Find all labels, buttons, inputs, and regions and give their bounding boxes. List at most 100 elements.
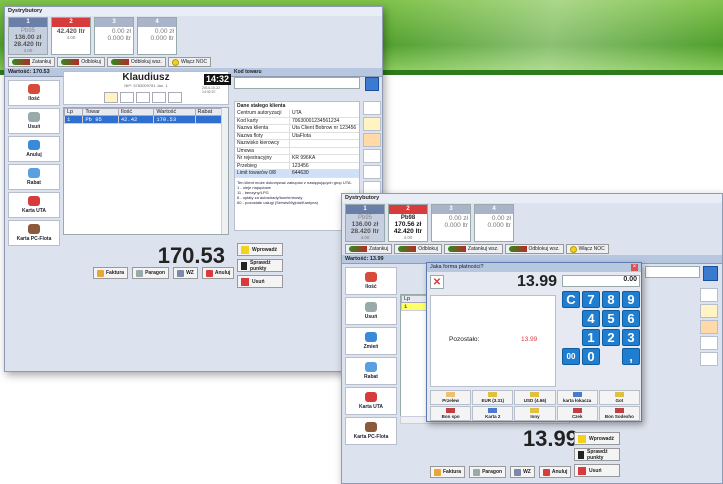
key-5[interactable]: 5	[602, 310, 620, 327]
night-mode-button[interactable]: Włącz NOC	[168, 57, 212, 67]
delete-button[interactable]: Usuń	[345, 297, 397, 325]
receipt-button[interactable]: Paragon	[132, 267, 170, 279]
wz-button[interactable]: WZ	[173, 267, 198, 279]
tool-icon[interactable]	[700, 288, 718, 302]
pos-window-main: Dystrybutory 1 Pb95 136.00 zł 28.420 ltr…	[4, 6, 383, 372]
cash-icon	[614, 392, 624, 397]
fill-button[interactable]: Zatankuj	[8, 57, 56, 67]
table-scrollbar[interactable]	[221, 108, 228, 234]
payment-input[interactable]: 0.00	[562, 275, 640, 287]
cancel-button[interactable]: Anuluj	[538, 466, 572, 478]
discount-button[interactable]: Rabat	[345, 357, 397, 385]
remove-button[interactable]: Usuń	[237, 275, 283, 288]
dispenser-2[interactable]: 2 Pb98 170.56 zł 42.420 ltr 4.00	[388, 204, 428, 242]
dispenser-4[interactable]: 4 0.00 zł 0.000 ltr	[474, 204, 514, 242]
empty-slot[interactable]	[168, 92, 182, 103]
empty-slot[interactable]	[136, 92, 150, 103]
wz-button[interactable]: WZ	[510, 466, 535, 478]
dispenser-3[interactable]: 3 0.00 zł 0.000 ltr	[431, 204, 471, 242]
key-2[interactable]: 2	[602, 329, 620, 346]
dispenser-4[interactable]: 4 0.00 zł 0.000 ltr	[137, 17, 177, 55]
delete-button[interactable]: Usuń	[8, 108, 60, 134]
change-button[interactable]: Zmień	[345, 327, 397, 355]
receipt-button[interactable]: Paragon	[469, 466, 507, 478]
close-icon[interactable]: ×	[631, 264, 638, 271]
check-points-button[interactable]: Sprawdź punkty	[237, 259, 283, 272]
unlock-button[interactable]: Odblokuj	[394, 244, 442, 254]
tool-icon[interactable]	[363, 101, 381, 115]
invoice-button[interactable]: Faktura	[430, 466, 466, 478]
fill-button[interactable]: Zatankuj	[345, 244, 393, 254]
product-code-input[interactable]	[645, 266, 700, 278]
enter-button[interactable]: Wprowadź	[574, 432, 620, 445]
remove-button[interactable]: Usuń	[574, 464, 620, 477]
payment-cash[interactable]: Got	[598, 390, 640, 405]
cancel-payment-icon[interactable]: ✕	[430, 275, 444, 289]
quantity-button[interactable]: Ilość	[8, 80, 60, 106]
keyboard-icon[interactable]	[365, 77, 379, 91]
enter-button[interactable]: Wprowadź	[237, 243, 283, 256]
dispenser-1[interactable]: 1 Pb95 136.00 zł 28.420 ltr 4.00	[345, 204, 385, 242]
payment-eur[interactable]: EUR (3.31)	[472, 390, 514, 405]
payment-card-2[interactable]: Karta 2	[472, 406, 514, 421]
uta-card-button[interactable]: Karta UTA	[345, 387, 397, 415]
pc-flota-card-button[interactable]: Karta PC-Flota	[8, 220, 60, 246]
list-icon[interactable]	[363, 165, 381, 179]
quantity-button[interactable]: Ilość	[345, 267, 397, 295]
empty-slot[interactable]	[152, 92, 166, 103]
keyboard-icon[interactable]	[703, 266, 718, 281]
key-1[interactable]: 1	[582, 329, 600, 346]
basket-icon[interactable]	[363, 133, 381, 147]
bottom-actions: Faktura Paragon WZ Anuluj	[93, 267, 235, 279]
empty-slot[interactable]	[120, 92, 134, 103]
settings-icon[interactable]	[700, 336, 718, 350]
unlock-all-button[interactable]: Odblokuj wsz.	[106, 57, 167, 67]
table-row[interactable]: 1 Pb 95 42.42 170.53	[63, 115, 228, 124]
basket-icon[interactable]	[700, 320, 718, 334]
night-mode-button[interactable]: Włącz NOC	[565, 244, 609, 254]
dispenser-3[interactable]: 3 0.00 zł 0.000 ltr	[94, 17, 134, 55]
payment-voucher-spo[interactable]: Bon spo	[430, 406, 472, 421]
folder-icon[interactable]	[363, 117, 381, 131]
client-field: Nr rejestracyjny KR 996KA	[235, 155, 359, 163]
client-field: Limit towarów 0/8 644630	[235, 170, 359, 178]
unlock-all-button[interactable]: Odblokuj wsz.	[504, 244, 564, 254]
dispenser-2[interactable]: 2 42.420 ltr 4.00	[51, 17, 91, 55]
pc-flota-card-button[interactable]: Karta PC-Flota	[345, 417, 397, 445]
product-code-input[interactable]	[234, 77, 360, 89]
folder-icon[interactable]	[104, 92, 118, 103]
cancel-item-button[interactable]: Anuluj	[8, 136, 60, 162]
payment-cheque[interactable]: Czek	[556, 406, 598, 421]
key-clear[interactable]: C	[562, 291, 580, 308]
key-3[interactable]: 3	[622, 329, 640, 346]
key-4[interactable]: 4	[582, 310, 600, 327]
payment-transfer[interactable]: Przelew	[430, 390, 472, 405]
unlock-button[interactable]: Odblokuj	[57, 57, 105, 67]
payment-card[interactable]: karta łokacza	[556, 390, 598, 405]
printer-icon[interactable]	[700, 352, 718, 366]
table-row[interactable]: 1	[401, 302, 429, 311]
check-points-button[interactable]: Sprawdź punkty	[574, 448, 620, 461]
cancel-button[interactable]: Anuluj	[201, 267, 235, 279]
key-00[interactable]: 00	[562, 348, 580, 365]
uta-card-button[interactable]: Karta UTA	[8, 192, 60, 218]
key-9[interactable]: 9	[622, 291, 640, 308]
key-6[interactable]: 6	[622, 310, 640, 327]
invoice-button[interactable]: Faktura	[93, 267, 129, 279]
payment-usd[interactable]: USD (4.66)	[514, 390, 556, 405]
fill-all-button[interactable]: Zatankuj wsz.	[443, 244, 503, 254]
key-8[interactable]: 8	[602, 291, 620, 308]
key-0[interactable]: 0	[582, 348, 600, 365]
dispenser-amount: 0.00 zł	[154, 28, 174, 35]
folder-icon[interactable]	[700, 304, 718, 318]
dispenser-1[interactable]: 1 Pb95 136.00 zł 28.420 ltr 4.00	[8, 17, 48, 55]
document-icon	[514, 468, 522, 476]
hose-icon	[447, 246, 466, 252]
payment-sodexho[interactable]: Bon Sodexho	[598, 406, 640, 421]
close-icon	[241, 277, 249, 286]
key-comma[interactable]: ,	[622, 348, 640, 365]
payment-other[interactable]: Inny	[514, 406, 556, 421]
discount-button[interactable]: Rabat	[8, 164, 60, 190]
settings-icon[interactable]	[363, 149, 381, 163]
key-7[interactable]: 7	[582, 291, 600, 308]
